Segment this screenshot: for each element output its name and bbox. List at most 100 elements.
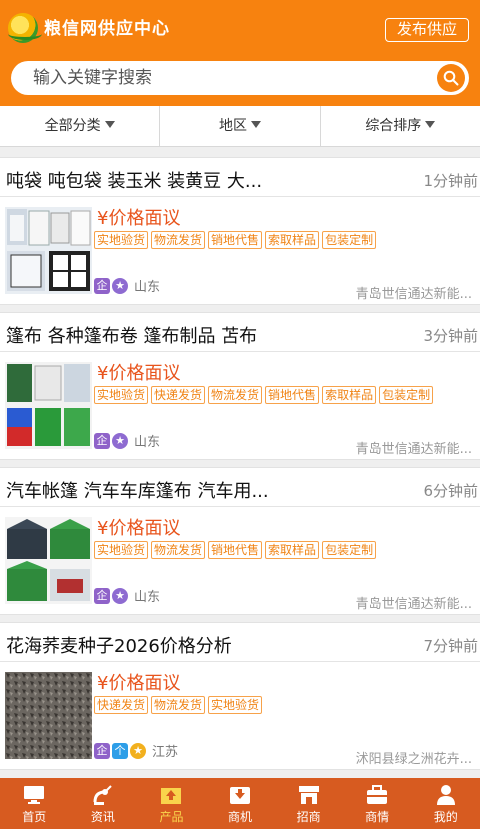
service-tag: 销地代售 [208,231,263,249]
service-tags: 实地验货 物流发货 销地代售 索取样品 包装定制 [94,541,377,559]
tab-label: 我的 [433,810,458,824]
service-tags: 实地验货 快递发货 物流发货 销地代售 索取样品 包装定制 [94,386,434,404]
listing-time: 1分钟前 [423,172,478,190]
gold-medal-icon: ★ [130,742,146,759]
service-tag: 实地验货 [94,231,149,249]
tab-label: 产品 [159,810,184,824]
service-tag: 包装定制 [322,231,377,249]
region-label: 山东 [134,280,161,295]
search-input[interactable] [33,61,413,95]
listing-time: 7分钟前 [423,637,478,655]
monitor-icon [24,786,45,804]
service-tags: 实地验货 物流发货 销地代售 索取样品 包装定制 [94,231,377,249]
divider [0,351,480,352]
listing-time: 6分钟前 [423,482,478,500]
filter-sort[interactable]: 综合排序 [321,106,480,146]
filter-region[interactable]: 地区 [160,106,321,146]
price-label: ¥价格面议 [97,363,181,384]
search-icon [443,70,459,86]
service-tag: 实地验货 [94,541,149,559]
divider [0,661,480,662]
service-tag: 销地代售 [208,541,263,559]
site-title: 粮信网供应中心 [44,19,170,39]
service-tag: 实地验货 [94,386,149,404]
filter-bar: 全部分类 地区 综合排序 [0,106,480,147]
listing-card[interactable]: 汽车帐篷 汽车车库篷布 汽车用... 6分钟前 ¥价格面议 实地验货 物流发货 … [0,467,480,615]
price-label: ¥价格面议 [97,673,181,694]
listing-title: 吨袋 吨包袋 装玉米 装黄豆 大... [6,171,263,192]
search-button[interactable] [437,64,465,92]
company-name[interactable]: 青岛世信通达新能... [356,283,472,302]
tab-mine[interactable]: 我的 [411,778,480,829]
listing-card[interactable]: 吨袋 吨包袋 装玉米 装黄豆 大... 1分钟前 ¥价格面议 实地验货 物流发货… [0,157,480,305]
service-tag: 物流发货 [151,231,206,249]
box-icon [161,788,182,804]
personal-badge: 个 [112,742,128,759]
enterprise-badge: 企 [94,432,110,449]
store-icon [298,786,319,804]
tab-home[interactable]: 首页 [0,778,69,829]
tab-label: 资讯 [90,810,115,824]
service-tag: 销地代售 [265,386,320,404]
filter-label: 综合排序 [365,118,422,134]
service-tag: 实地验货 [208,696,263,714]
enterprise-badge: 企 [94,587,110,604]
service-tag: 快递发货 [94,696,149,714]
divider [0,196,480,197]
tab-opportunities[interactable]: 商机 [206,778,275,829]
tab-label: 商情 [365,810,390,824]
logo-swoosh [8,28,42,40]
tab-label: 招商 [296,810,321,824]
tab-label: 商机 [228,810,253,824]
divider [0,506,480,507]
tab-market-info[interactable]: 商情 [343,778,412,829]
listing-card[interactable]: 花海荞麦种子2026价格分析 7分钟前 ¥价格面议 快递发货 物流发货 实地验货 [0,622,480,770]
filter-category[interactable]: 全部分类 [0,106,161,146]
bottom-tab-bar: 首页 资讯 产品 商机 招商 商情 我的 [0,778,480,829]
tab-products[interactable]: 产品 [137,778,206,829]
seller-badges: 企 ★ 山东 [94,276,160,295]
verified-medal-icon: ★ [112,277,128,294]
region-label: 山东 [134,435,161,450]
price-label: ¥价格面议 [97,208,181,229]
seller-badges: 企 个 ★ 江苏 [94,741,178,760]
product-thumbnail[interactable] [5,672,92,759]
company-name[interactable]: 青岛世信通达新能... [356,593,472,612]
enterprise-badge: 企 [94,742,110,759]
verified-medal-icon: ★ [112,432,128,449]
seller-badges: 企 ★ 山东 [94,586,160,605]
publish-supply-button[interactable]: 发布供应 [385,18,469,42]
product-thumbnail[interactable] [5,362,92,449]
caret-down-icon [250,121,261,128]
company-name[interactable]: 青岛世信通达新能... [356,438,472,457]
filter-label: 全部分类 [44,118,101,134]
verified-medal-icon: ★ [112,587,128,604]
product-thumbnail[interactable] [5,207,92,294]
enterprise-badge: 企 [94,277,110,294]
tab-news[interactable]: 资讯 [69,778,138,829]
caret-down-icon [104,121,115,128]
app-header: 粮信网供应中心 发布供应 [0,0,480,106]
listing-card[interactable]: 篷布 各种篷布卷 篷布制品 苫布 3分钟前 ¥价格面议 实地验货 快递发货 物流… [0,312,480,460]
price-label: ¥价格面议 [97,518,181,539]
briefcase-icon [367,785,388,804]
region-label: 江苏 [152,745,179,760]
product-thumbnail[interactable] [5,517,92,604]
service-tag: 物流发货 [151,541,206,559]
tab-label: 首页 [22,810,47,824]
company-name[interactable]: 沭阳县绿之洲花卉... [356,748,472,767]
listing-time: 3分钟前 [423,327,478,345]
service-tag: 索取样品 [265,231,320,249]
listing-title: 篷布 各种篷布卷 篷布制品 苫布 [6,326,258,347]
filter-label: 地区 [218,118,247,134]
service-tags: 快递发货 物流发货 实地验货 [94,696,263,714]
service-tag: 快递发货 [151,386,206,404]
search-bar [11,61,469,95]
service-tag: 物流发货 [208,386,263,404]
service-tag: 包装定制 [379,386,434,404]
caret-down-icon [425,121,436,128]
listing-title: 汽车帐篷 汽车车库篷布 汽车用... [6,481,269,502]
listing-title: 花海荞麦种子2026价格分析 [6,636,232,657]
tab-investment[interactable]: 招商 [274,778,343,829]
service-tag: 索取样品 [322,386,377,404]
